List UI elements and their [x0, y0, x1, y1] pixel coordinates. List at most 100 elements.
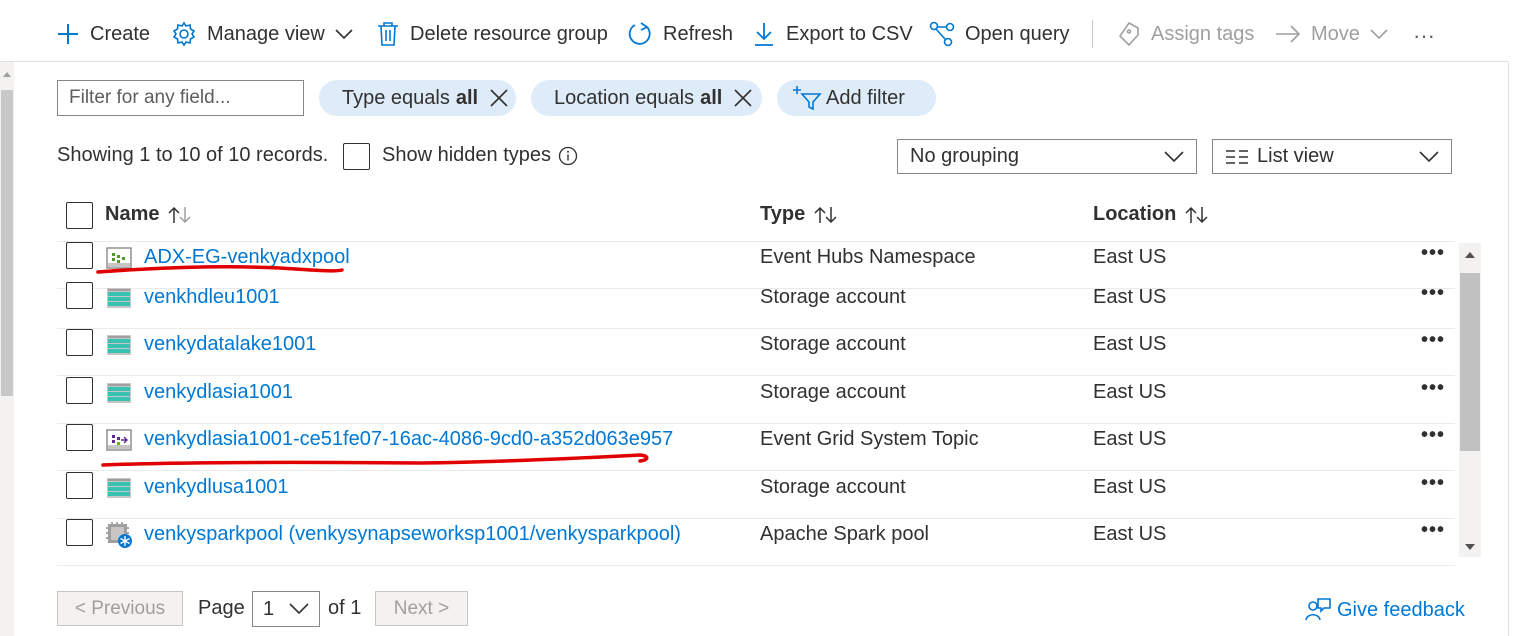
table-row[interactable]: venkhdleu1001 Storage account East US ••• — [57, 282, 1455, 329]
column-header-type[interactable]: Type — [760, 203, 839, 226]
page-select-value: 1 — [263, 597, 275, 620]
table-row[interactable]: venkydatalake1001 Storage account East US •… — [57, 329, 1455, 376]
list-view-icon — [1226, 149, 1248, 164]
show-hidden-types-label: Show hidden types — [382, 144, 552, 166]
table-scrollbar-thumb[interactable] — [1460, 273, 1480, 451]
open-query-button[interactable]: Open query — [929, 16, 1070, 52]
resource-name-link[interactable]: venkydatalake1001 — [144, 333, 316, 356]
refresh-label: Refresh — [663, 22, 734, 45]
resource-name-link[interactable]: ADX-EG-venkyadxpool — [144, 246, 350, 269]
page-scrollbar[interactable] — [0, 62, 14, 636]
give-feedback-label: Give feedback — [1337, 598, 1465, 621]
row-more-button[interactable]: ••• — [1421, 282, 1445, 305]
refresh-icon — [628, 22, 651, 45]
storage-account-icon — [105, 284, 133, 317]
plus-icon — [58, 24, 78, 44]
export-csv-label: Export to CSV — [786, 22, 913, 45]
scroll-down-arrow-icon[interactable] — [1465, 544, 1475, 550]
column-header-name[interactable]: Name — [105, 203, 193, 226]
table-scrollbar[interactable] — [1459, 243, 1481, 557]
table-row[interactable]: venkydlasia1001-ce51fe07-16ac-4086-9cd0-… — [57, 424, 1455, 471]
column-header-location-label: Location — [1093, 203, 1177, 225]
resource-name-link[interactable]: venkydlusa1001 — [144, 476, 289, 499]
row-checkbox[interactable] — [66, 282, 93, 309]
show-hidden-types-checkbox[interactable] — [343, 143, 370, 170]
table-row[interactable]: venkydlusa1001 Storage account East US ••• — [57, 472, 1455, 519]
grouping-value: No grouping — [910, 145, 1019, 167]
row-checkbox[interactable] — [66, 377, 93, 404]
row-more-button[interactable]: ••• — [1421, 424, 1445, 447]
export-csv-button[interactable]: Export to CSV — [752, 16, 913, 52]
chevron-down-icon — [289, 603, 309, 615]
row-more-button[interactable]: ••• — [1421, 329, 1445, 352]
close-icon[interactable] — [490, 89, 508, 107]
resource-location: East US — [1093, 246, 1167, 268]
resource-type: Storage account — [760, 381, 906, 403]
give-feedback-link[interactable]: Give feedback — [1305, 597, 1465, 623]
assign-tags-button[interactable]: Assign tags — [1117, 16, 1254, 52]
previous-label: < Previous — [74, 597, 166, 619]
chevron-down-icon — [1370, 29, 1388, 40]
resource-group-page: Create Manage view Delete resource group… — [0, 0, 1516, 636]
resource-name-link[interactable]: venkhdleu1001 — [144, 286, 280, 309]
scroll-up-arrow-icon[interactable] — [1465, 252, 1475, 258]
move-label: Move — [1311, 22, 1360, 45]
row-checkbox[interactable] — [66, 424, 93, 451]
next-button[interactable]: Next > — [375, 591, 468, 626]
resource-type: Storage account — [760, 476, 906, 498]
table-row[interactable]: venkydlasia1001 Storage account East US ••• — [57, 377, 1455, 424]
add-filter-icon — [793, 86, 822, 111]
delete-resource-group-button[interactable]: Delete resource group — [376, 16, 608, 52]
resource-location: East US — [1093, 523, 1167, 545]
type-filter-value: all — [455, 86, 479, 109]
grouping-dropdown[interactable]: No grouping — [897, 139, 1197, 174]
resource-name-link[interactable]: venkydlasia1001 — [144, 381, 293, 404]
spark-pool-icon — [105, 521, 133, 554]
filter-input[interactable] — [57, 80, 304, 116]
location-filter-prefix: Location equals — [554, 86, 695, 109]
row-checkbox[interactable] — [66, 329, 93, 356]
previous-button[interactable]: < Previous — [57, 591, 183, 626]
storage-account-icon — [105, 331, 133, 364]
refresh-button[interactable]: Refresh — [627, 16, 733, 52]
query-graph-icon — [929, 21, 955, 47]
row-more-button[interactable]: ••• — [1421, 519, 1445, 542]
info-icon[interactable] — [558, 146, 578, 166]
resource-location: East US — [1093, 286, 1167, 308]
more-commands-label: ··· — [1413, 23, 1435, 48]
location-filter-pill[interactable]: Location equals all — [531, 80, 762, 116]
row-checkbox[interactable] — [66, 519, 93, 546]
row-more-button[interactable]: ••• — [1421, 472, 1445, 495]
download-icon — [755, 23, 773, 46]
more-commands-button[interactable]: ··· — [1413, 18, 1435, 54]
resource-name-link[interactable]: venkysparkpool (venkysynapseworksp1001/v… — [144, 523, 681, 546]
column-header-name-label: Name — [105, 203, 160, 225]
resource-type: Storage account — [760, 333, 906, 355]
toolbar-divider — [1092, 20, 1093, 48]
gear-icon — [172, 21, 196, 47]
row-checkbox[interactable] — [66, 242, 93, 269]
view-dropdown[interactable]: List view — [1212, 139, 1452, 174]
select-all-checkbox[interactable] — [66, 202, 93, 229]
add-filter-label: Add filter — [826, 86, 905, 109]
row-more-button[interactable]: ••• — [1421, 377, 1445, 400]
create-label: Create — [90, 22, 151, 45]
create-button[interactable]: Create — [56, 16, 150, 52]
table-row[interactable]: venkysparkpool (venkysynapseworksp1001/v… — [57, 519, 1455, 566]
row-more-button[interactable]: ••• — [1421, 242, 1445, 265]
move-button[interactable]: Move — [1275, 16, 1388, 52]
row-checkbox[interactable] — [66, 472, 93, 499]
add-filter-button[interactable]: Add filter — [777, 80, 936, 116]
resource-type: Apache Spark pool — [760, 523, 930, 545]
storage-account-icon — [105, 474, 133, 507]
resource-name-link[interactable]: venkydlasia1001-ce51fe07-16ac-4086-9cd0-… — [144, 428, 673, 451]
manage-view-button[interactable]: Manage view — [171, 16, 353, 52]
sort-icon — [814, 206, 837, 223]
page-select[interactable]: 1 — [252, 591, 320, 627]
page-scrollbar-thumb[interactable] — [1, 90, 13, 396]
type-filter-pill[interactable]: Type equals all — [319, 80, 516, 116]
close-icon[interactable] — [734, 89, 752, 107]
scroll-up-arrow-icon[interactable] — [3, 72, 11, 77]
column-header-location[interactable]: Location — [1093, 203, 1210, 226]
next-label: Next > — [393, 597, 450, 619]
